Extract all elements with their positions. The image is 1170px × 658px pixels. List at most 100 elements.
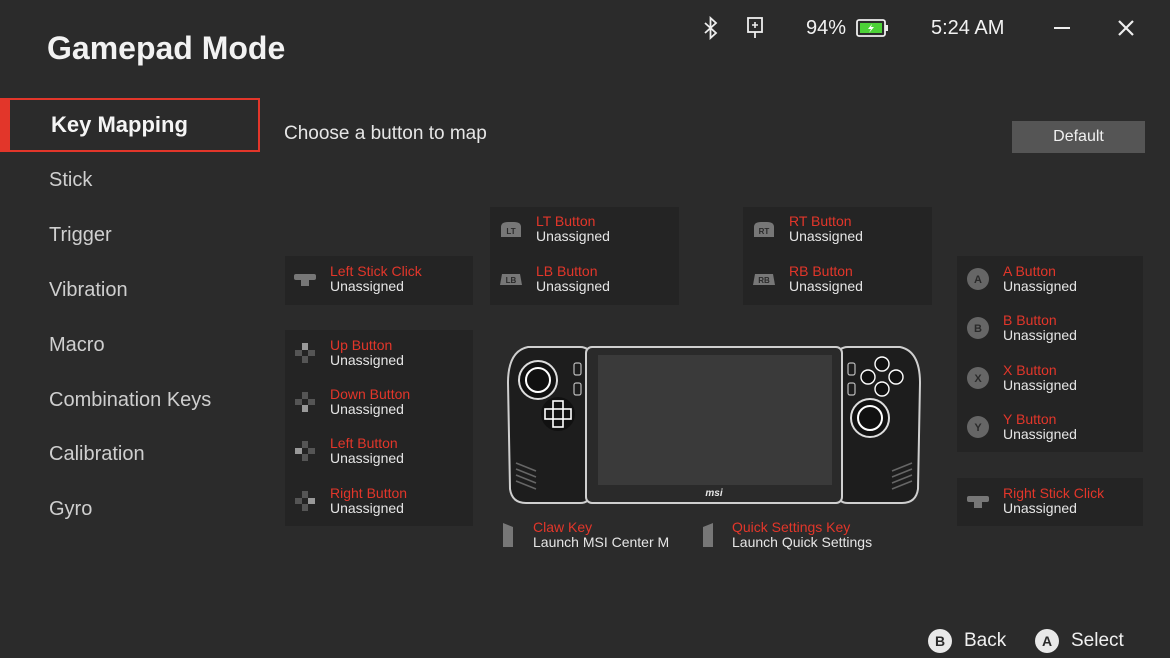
quick-settings-key-entry[interactable]: Quick Settings Key Launch Quick Settings <box>698 520 872 550</box>
lb-icon: LB <box>498 266 524 292</box>
a-button-entry[interactable]: A A Button Unassigned <box>965 264 1077 294</box>
nav-item-label: Gyro <box>49 497 93 520</box>
entry-value: Unassigned <box>789 278 863 294</box>
b-button-icon: B <box>928 629 952 653</box>
nav-item-stick[interactable]: Stick <box>0 153 260 207</box>
y-button-icon: Y <box>965 414 991 440</box>
clock: 5:24 AM <box>931 16 1005 39</box>
nav-item-label: Trigger <box>49 223 112 246</box>
entry-value: Unassigned <box>536 278 610 294</box>
nav-item-label: Macro <box>49 333 105 356</box>
brand-logo: msi <box>705 488 722 499</box>
entry-name: B Button <box>1003 312 1057 328</box>
entry-name: Left Stick Click <box>330 263 422 279</box>
claw-key-entry[interactable]: Claw Key Launch MSI Center M <box>498 520 669 550</box>
entry-value: Unassigned <box>1003 327 1077 343</box>
rt-button-entry[interactable]: RT RT Button Unassigned <box>751 214 863 244</box>
x-button-icon: X <box>965 365 991 391</box>
entry-value: Unassigned <box>789 228 863 244</box>
entry-name: LB Button <box>536 263 598 279</box>
y-button-entry[interactable]: Y Y Button Unassigned <box>965 412 1077 442</box>
dpad-down-icon <box>292 389 318 415</box>
bluetooth-icon[interactable] <box>702 14 720 42</box>
device-illustration: msi <box>506 343 922 507</box>
lt-icon: LT <box>498 216 524 242</box>
entry-name: Y Button <box>1003 411 1057 427</box>
entry-name: Down Button <box>330 386 411 402</box>
nav-item-vibration[interactable]: Vibration <box>0 263 260 317</box>
close-icon[interactable] <box>1116 14 1136 42</box>
rt-glyph: RT <box>759 227 770 236</box>
entry-value: Launch Quick Settings <box>732 534 873 550</box>
entry-name: Claw Key <box>533 519 593 535</box>
rb-glyph: RB <box>758 276 770 285</box>
rb-button-entry[interactable]: RB RB Button Unassigned <box>751 264 863 294</box>
rb-icon: RB <box>751 266 777 292</box>
nav-item-label: Calibration <box>49 442 145 465</box>
nav-item-macro[interactable]: Macro <box>0 318 260 372</box>
nav-item-label: Vibration <box>49 278 128 301</box>
right-button-entry[interactable]: Right Button Unassigned <box>292 486 407 516</box>
right-stick-click-entry[interactable]: Right Stick Click Unassigned <box>965 486 1104 516</box>
lb-button-entry[interactable]: LB LB Button Unassigned <box>498 264 610 294</box>
entry-name: RT Button <box>789 213 852 229</box>
entry-value: Unassigned <box>330 450 404 466</box>
x-button-entry[interactable]: X X Button Unassigned <box>965 363 1077 393</box>
nav-item-key-mapping[interactable]: Key Mapping <box>0 98 260 152</box>
entry-name: Quick Settings Key <box>732 519 851 535</box>
entry-name: LT Button <box>536 213 596 229</box>
left-button-entry[interactable]: Left Button Unassigned <box>292 436 404 466</box>
entry-value: Unassigned <box>330 401 404 417</box>
quick-settings-key-icon <box>698 522 718 548</box>
dpad-right-icon <box>292 488 318 514</box>
rt-icon: RT <box>751 216 777 242</box>
entry-name: Up Button <box>330 337 393 353</box>
nav-item-calibration[interactable]: Calibration <box>0 427 260 481</box>
entry-value: Unassigned <box>330 352 404 368</box>
y-glyph: Y <box>974 422 982 434</box>
entry-value: Unassigned <box>1003 500 1077 516</box>
page-title: Gamepad Mode <box>47 30 286 66</box>
entry-name: RB Button <box>789 263 853 279</box>
a-glyph: A <box>974 274 982 286</box>
minimize-icon[interactable] <box>1052 14 1072 42</box>
lb-glyph: LB <box>506 276 517 285</box>
back-label: Back <box>964 630 1007 651</box>
screenshot-icon[interactable] <box>744 14 766 42</box>
back-hint[interactable]: B Back <box>928 629 1006 653</box>
nav-item-label: Combination Keys <box>49 388 212 411</box>
entry-value: Unassigned <box>330 278 404 294</box>
nav-item-gyro[interactable]: Gyro <box>0 482 260 536</box>
left-stick-icon <box>292 266 318 292</box>
up-button-entry[interactable]: Up Button Unassigned <box>292 338 404 368</box>
section-heading: Choose a button to map <box>284 123 487 144</box>
b-button-icon: B <box>965 315 991 341</box>
dpad-left-icon <box>292 438 318 464</box>
entry-value: Launch MSI Center M <box>533 534 670 550</box>
lt-glyph: LT <box>506 227 515 236</box>
x-glyph: X <box>974 373 982 385</box>
select-hint[interactable]: A Select <box>1035 629 1124 653</box>
entry-value: Unassigned <box>536 228 610 244</box>
dpad-up-icon <box>292 340 318 366</box>
entry-name: X Button <box>1003 362 1057 378</box>
entry-value: Unassigned <box>1003 426 1077 442</box>
battery-icon <box>856 14 890 42</box>
nav-item-combination-keys[interactable]: Combination Keys <box>0 373 260 427</box>
nav-item-label: Stick <box>49 168 93 191</box>
nav-item-label: Key Mapping <box>51 112 188 137</box>
b-button-entry[interactable]: B B Button Unassigned <box>965 313 1077 343</box>
entry-value: Unassigned <box>330 500 404 516</box>
select-label: Select <box>1071 630 1124 651</box>
entry-name: A Button <box>1003 263 1056 279</box>
entry-value: Unassigned <box>1003 377 1077 393</box>
nav-item-trigger[interactable]: Trigger <box>0 208 260 262</box>
entry-name: Right Button <box>330 485 408 501</box>
left-stick-click-entry[interactable]: Left Stick Click Unassigned <box>292 264 422 294</box>
a-button-icon: A <box>1035 629 1059 653</box>
entry-value: Unassigned <box>1003 278 1077 294</box>
right-stick-icon <box>965 488 991 514</box>
lt-button-entry[interactable]: LT LT Button Unassigned <box>498 214 610 244</box>
down-button-entry[interactable]: Down Button Unassigned <box>292 387 410 417</box>
default-button[interactable]: Default <box>1012 121 1145 153</box>
